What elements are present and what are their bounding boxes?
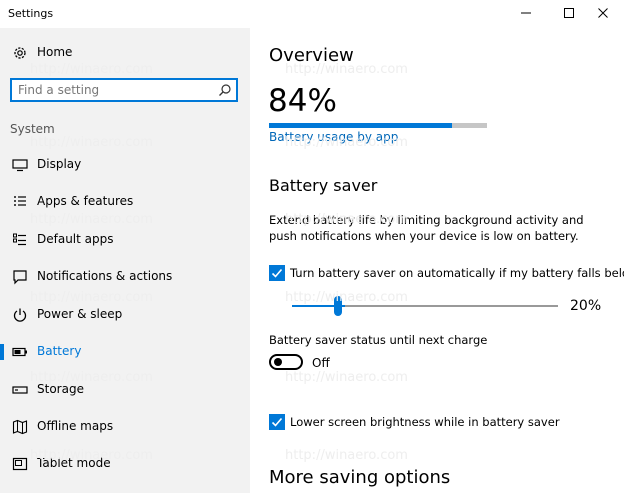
sidebar-item-label: Apps & features <box>37 194 134 208</box>
battery-saver-description: Extend battery life by limiting backgrou… <box>269 213 584 243</box>
search-icon[interactable] <box>218 83 232 97</box>
sidebar-item-label: Storage <box>37 382 84 396</box>
toggle-knob <box>274 358 282 366</box>
battery-level-bar <box>269 123 487 128</box>
close-button[interactable] <box>582 0 624 26</box>
tablet-icon <box>12 457 28 471</box>
sidebar-item-home[interactable]: Home <box>0 36 250 70</box>
threshold-slider[interactable] <box>292 305 558 307</box>
battery-saver-status-value: Off <box>312 356 330 370</box>
search-box[interactable] <box>10 78 238 102</box>
sidebar-item-notifications[interactable]: Notifications & actions <box>0 260 250 294</box>
close-icon <box>598 8 608 18</box>
power-icon <box>13 308 27 322</box>
main-content: Overview 84% Battery usage by app Batter… <box>250 28 624 493</box>
window-title: Settings <box>8 7 54 20</box>
title-bar: Settings <box>0 0 624 28</box>
sidebar-item-tablet-mode[interactable]: Tablet mode <box>0 447 250 481</box>
checkmark-icon <box>271 268 283 278</box>
apps-features-icon <box>14 196 26 206</box>
auto-battery-saver-label: Turn battery saver on automatically if m… <box>290 266 624 280</box>
map-icon <box>12 419 28 435</box>
sidebar-item-label: Default apps <box>37 232 114 246</box>
display-icon <box>12 159 28 172</box>
sidebar-item-label: Notifications & actions <box>37 269 173 283</box>
sidebar-item-label: Battery <box>37 344 82 358</box>
sidebar-item-label: Tablet mode <box>37 456 111 470</box>
auto-battery-saver-checkbox[interactable] <box>269 265 285 281</box>
battery-saver-heading: Battery saver <box>269 176 378 195</box>
maximize-icon <box>564 8 574 18</box>
search-input[interactable] <box>18 82 208 98</box>
battery-percent: 84% <box>268 83 337 119</box>
sidebar-item-battery[interactable]: Battery <box>0 335 250 369</box>
sidebar: Home System Display Apps & features Defa… <box>0 28 250 493</box>
sidebar-item-label: Power & sleep <box>37 307 123 321</box>
default-apps-icon <box>13 233 26 246</box>
sidebar-item-label: Home <box>37 45 73 59</box>
overview-heading: Overview <box>269 45 354 66</box>
active-indicator <box>0 344 4 360</box>
minimize-icon <box>521 12 531 14</box>
section-label: System <box>10 122 55 136</box>
sidebar-item-default-apps[interactable]: Default apps <box>0 223 250 257</box>
lower-brightness-label: Lower screen brightness while in battery… <box>290 415 560 429</box>
sidebar-item-storage[interactable]: Storage <box>0 373 250 407</box>
gear-icon <box>14 47 26 59</box>
sidebar-item-offline-maps[interactable]: Offline maps <box>0 410 250 444</box>
checkmark-icon <box>271 417 283 427</box>
sidebar-item-label: Offline maps <box>37 419 114 433</box>
sidebar-item-label: Display <box>37 157 82 171</box>
threshold-slider-thumb[interactable] <box>334 296 342 316</box>
threshold-value: 20% <box>570 298 602 314</box>
battery-level-fill <box>269 123 453 128</box>
battery-icon <box>12 347 27 357</box>
battery-saver-status-toggle[interactable] <box>269 354 303 370</box>
lower-brightness-checkbox[interactable] <box>269 414 285 430</box>
sidebar-item-apps-features[interactable]: Apps & features <box>0 185 250 219</box>
notifications-icon <box>13 270 27 285</box>
battery-usage-link[interactable]: Battery usage by app <box>269 130 398 144</box>
storage-icon <box>12 386 28 394</box>
battery-saver-status-label: Battery saver status until next charge <box>269 333 488 347</box>
sidebar-item-power-sleep[interactable]: Power & sleep <box>0 298 250 332</box>
minimize-button[interactable] <box>505 0 547 26</box>
more-saving-options-heading: More saving options <box>269 467 451 488</box>
sidebar-item-display[interactable]: Display <box>0 148 250 182</box>
